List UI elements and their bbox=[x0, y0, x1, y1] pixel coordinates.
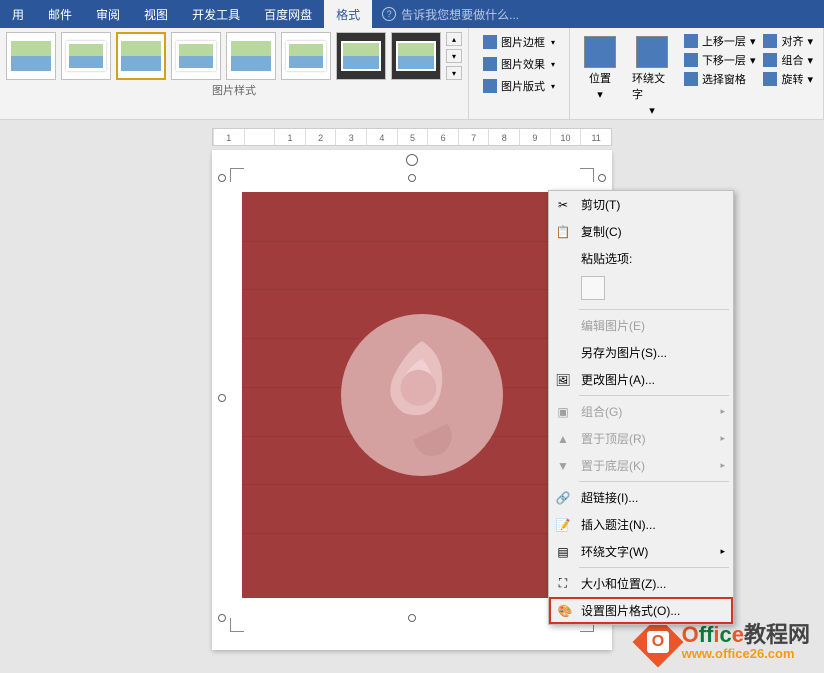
selpane-icon bbox=[684, 72, 698, 86]
rotate-icon bbox=[763, 72, 777, 86]
resize-handle[interactable] bbox=[408, 174, 416, 182]
style-thumb-2[interactable] bbox=[61, 32, 111, 80]
picture-styles-gallery[interactable]: ▴▾▾ bbox=[6, 32, 462, 80]
align-button[interactable]: 对齐▾ bbox=[759, 32, 817, 50]
tab-devtools[interactable]: 开发工具 bbox=[180, 0, 252, 28]
border-icon bbox=[483, 35, 497, 49]
style-thumb-3[interactable] bbox=[116, 32, 166, 80]
bring-forward-button[interactable]: 上移一层▾ bbox=[680, 32, 760, 50]
picture-border-button[interactable]: 图片边框▾ bbox=[479, 32, 559, 52]
menu-edit-picture: 编辑图片(E) bbox=[549, 312, 733, 339]
menu-save-as-picture[interactable]: 另存为图片(S)... bbox=[549, 339, 733, 366]
menu-wrap-text[interactable]: ▤环绕文字(W)▸ bbox=[549, 538, 733, 565]
tab-references[interactable]: 用 bbox=[0, 0, 36, 28]
resize-handle[interactable] bbox=[598, 174, 606, 182]
group-button[interactable]: 组合▾ bbox=[759, 51, 817, 69]
link-icon: 🔗 bbox=[555, 490, 571, 506]
wrap-text-button[interactable]: 环绕文字▾ bbox=[624, 32, 680, 121]
backward-icon bbox=[684, 53, 698, 67]
menu-paste-label: 粘贴选项: bbox=[549, 245, 733, 272]
change-pic-icon: 🖼 bbox=[555, 372, 571, 388]
context-menu: ✂剪切(T) 📋复制(C) 粘贴选项: 编辑图片(E) 另存为图片(S)... … bbox=[548, 190, 734, 625]
menu-group: ▣组合(G)▸ bbox=[549, 398, 733, 425]
resize-handle[interactable] bbox=[218, 394, 226, 402]
rose-flower-graphic bbox=[332, 305, 512, 485]
copy-icon: 📋 bbox=[555, 224, 571, 240]
caption-icon: 📝 bbox=[555, 517, 571, 533]
rotate-button[interactable]: 旋转▾ bbox=[759, 70, 817, 88]
menu-cut[interactable]: ✂剪切(T) bbox=[549, 191, 733, 218]
tab-review[interactable]: 审阅 bbox=[84, 0, 132, 28]
watermark-url: www.office26.com bbox=[682, 647, 810, 661]
wrap-icon-big bbox=[636, 36, 668, 68]
group-icon bbox=[763, 53, 777, 67]
watermark-title: Office教程网 bbox=[682, 623, 810, 647]
tab-baidu[interactable]: 百度网盘 bbox=[252, 0, 324, 28]
menu-size-position[interactable]: ⛶大小和位置(Z)... bbox=[549, 570, 733, 597]
rotate-handle[interactable] bbox=[406, 154, 418, 166]
tab-view[interactable]: 视图 bbox=[132, 0, 180, 28]
wrap-icon: ▤ bbox=[555, 544, 571, 560]
picture-layout-button[interactable]: 图片版式▾ bbox=[479, 76, 559, 96]
layout-icon bbox=[483, 79, 497, 93]
style-thumb-8[interactable] bbox=[391, 32, 441, 80]
picture-effects-button[interactable]: 图片效果▾ bbox=[479, 54, 559, 74]
menu-bring-front: ▲置于顶层(R)▸ bbox=[549, 425, 733, 452]
style-thumb-4[interactable] bbox=[171, 32, 221, 80]
selection-pane-button[interactable]: 选择窗格 bbox=[680, 70, 760, 88]
scissors-icon: ✂ bbox=[555, 197, 571, 213]
position-icon bbox=[584, 36, 616, 68]
tab-format[interactable]: 格式 bbox=[324, 0, 372, 28]
menu-hyperlink[interactable]: 🔗超链接(I)... bbox=[549, 484, 733, 511]
margin-corner bbox=[230, 618, 244, 632]
back-icon: ▼ bbox=[555, 458, 571, 474]
watermark: O Office教程网 www.office26.com bbox=[640, 623, 810, 661]
gallery-more[interactable]: ▴▾▾ bbox=[446, 32, 462, 80]
style-thumb-1[interactable] bbox=[6, 32, 56, 80]
front-icon: ▲ bbox=[555, 431, 571, 447]
position-button[interactable]: 位置▾ bbox=[576, 32, 624, 121]
paste-option-icon[interactable] bbox=[581, 276, 605, 300]
forward-icon bbox=[684, 34, 698, 48]
menu-copy[interactable]: 📋复制(C) bbox=[549, 218, 733, 245]
ribbon-tabs: 用 邮件 审阅 视图 开发工具 百度网盘 格式 ? 告诉我您想要做什么... bbox=[0, 0, 824, 28]
style-thumb-7[interactable] bbox=[336, 32, 386, 80]
menu-change-picture[interactable]: 🖼更改图片(A)... bbox=[549, 366, 733, 393]
tab-mail[interactable]: 邮件 bbox=[36, 0, 84, 28]
send-backward-button[interactable]: 下移一层▾ bbox=[680, 51, 760, 69]
menu-caption[interactable]: 📝插入题注(N)... bbox=[549, 511, 733, 538]
style-thumb-5[interactable] bbox=[226, 32, 276, 80]
resize-handle[interactable] bbox=[218, 614, 226, 622]
bulb-icon: ? bbox=[382, 7, 396, 21]
group-icon-small: ▣ bbox=[555, 404, 571, 420]
style-thumb-6[interactable] bbox=[281, 32, 331, 80]
align-icon bbox=[763, 34, 777, 48]
menu-paste-options bbox=[549, 272, 733, 307]
menu-format-picture[interactable]: 🎨设置图片格式(O)... bbox=[549, 597, 733, 624]
resize-handle[interactable] bbox=[408, 614, 416, 622]
tell-me-text: 告诉我您想要做什么... bbox=[401, 6, 519, 23]
format-icon: 🎨 bbox=[557, 603, 573, 619]
group-label-styles: 图片样式 bbox=[6, 80, 462, 98]
selected-image[interactable] bbox=[222, 178, 602, 618]
menu-send-back: ▼置于底层(K)▸ bbox=[549, 452, 733, 479]
tell-me-search[interactable]: ? 告诉我您想要做什么... bbox=[372, 6, 529, 23]
resize-handle[interactable] bbox=[218, 174, 226, 182]
effects-icon bbox=[483, 57, 497, 71]
horizontal-ruler[interactable]: 11234567891011 bbox=[212, 128, 612, 146]
size-icon: ⛶ bbox=[555, 576, 571, 592]
ribbon: ▴▾▾ 图片样式 图片边框▾ 图片效果▾ 图片版式▾ 位置▾ 环绕文字▾ 上移一… bbox=[0, 28, 824, 120]
